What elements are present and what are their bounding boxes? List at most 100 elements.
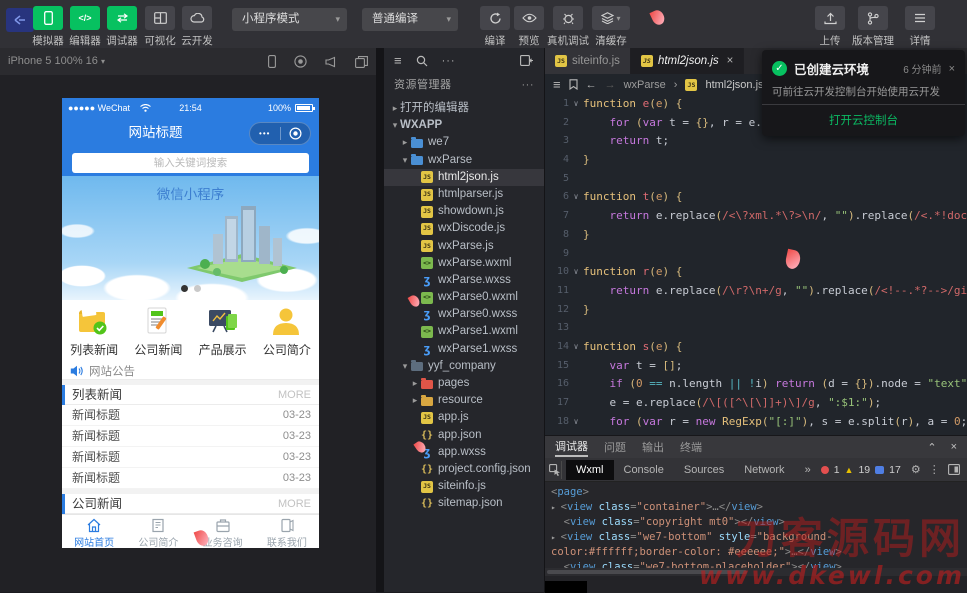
site-notice-row[interactable]: 网站公告 [62,362,319,380]
more-menu-icon[interactable]: ••• [250,129,280,138]
fold-chevron-icon[interactable]: ∨ [569,188,583,207]
mode-select[interactable]: 小程序模式▾ [232,8,347,31]
error-count[interactable]: 1 [834,464,840,476]
cloud-dev-button[interactable] [182,6,212,30]
editor-button[interactable]: </> [70,6,100,30]
toast-close-icon[interactable]: × [949,63,955,75]
device-debug-button[interactable] [553,6,583,30]
tree-item-wxparse-wxml[interactable]: <>wxParse.wxml [384,255,544,272]
tree-item-showdown-js[interactable]: JSshowdown.js [384,203,544,220]
devtools-tab-console[interactable]: Console [614,460,674,480]
element-picker-icon[interactable] [549,461,562,479]
tree-item-sitemap-json[interactable]: {}sitemap.json [384,495,544,512]
tree-item-resource[interactable]: ▸resource [384,392,544,409]
tree-item-wxparse-js[interactable]: JSwxParse.js [384,238,544,255]
info-count[interactable]: 17 [889,464,901,476]
preview-button[interactable] [514,6,544,30]
wxml-inspector[interactable]: <page>▸ <view class="container">…</view>… [545,482,967,568]
devtools-tab-wxml[interactable]: Wxml [566,460,614,480]
upload-button[interactable] [815,6,845,30]
tree-item-wxparse0-wxss[interactable]: ʒwxParse0.wxss [384,306,544,323]
devtools-tab-sources[interactable]: Sources [674,460,734,480]
breadcrumb-folder[interactable]: wxParse [624,79,666,91]
tree-item-wxparse1-wxss[interactable]: ʒwxParse1.wxss [384,341,544,358]
menu-icon[interactable]: ≡ [394,53,402,68]
grid-item-products[interactable]: 产品展示 [191,300,255,362]
wechat-devtools-logo-icon[interactable] [6,8,34,32]
tree-item-yyf-company[interactable]: ▾yyf_company [384,358,544,375]
tree-item-app-wxss[interactable]: ʒapp.wxss [384,444,544,461]
grid-item-company-profile[interactable]: 公司简介 [255,300,319,362]
breadcrumb-file[interactable]: html2json.js [705,79,763,91]
tree-item-siteinfo-js[interactable]: JSsiteinfo.js [384,478,544,495]
devtools-more-tabs[interactable]: » [795,460,821,480]
tab-siteinfo-js[interactable]: JS siteinfo.js [545,48,631,74]
toggle-panel-icon[interactable] [520,55,534,66]
tree-item-app-js[interactable]: JSapp.js [384,409,544,426]
exit-mini-program-icon[interactable] [281,127,311,140]
details-button[interactable] [905,6,935,30]
tab-company-profile[interactable]: 公司简介 [126,515,190,548]
settings-gear-icon[interactable]: ⚙ [911,463,921,476]
tab-problems[interactable]: 问题 [604,439,626,455]
close-tab-icon[interactable]: × [727,55,734,67]
tab-contact-us[interactable]: 联系我们 [255,515,319,548]
capsule-menu[interactable]: ••• [249,122,311,145]
news-row[interactable]: 新闻标题03-23 [62,468,319,489]
tree-item-wxapp[interactable]: ▾WXAPP [384,117,544,134]
news-row[interactable]: 新闻标题03-23 [62,405,319,426]
tree-item-htmlparser-js[interactable]: JShtmlparser.js [384,186,544,203]
tree-item-pages[interactable]: ▸pages [384,375,544,392]
grid-item-list-news[interactable]: 列表新闻 [62,300,126,362]
fold-chevron-icon[interactable]: ∨ [569,263,583,282]
float-window-icon[interactable] [355,56,368,68]
visualize-button[interactable] [145,6,175,30]
menu-icon[interactable]: ≡ [553,77,561,92]
news-row[interactable]: 新闻标题03-23 [62,447,319,468]
search-input[interactable] [72,153,309,173]
open-cloud-console-link[interactable]: 打开云控制台 [762,112,965,128]
debugger-button[interactable] [107,6,137,30]
tree-item-we7[interactable]: ▸we7 [384,134,544,151]
sound-icon[interactable] [325,56,337,68]
device-selector[interactable]: iPhone 5 100% 16 ▾ [8,55,105,67]
code-editor[interactable]: 1∨function e(e) {2 for (var t = {}, r = … [545,95,967,435]
tree-item-app-json[interactable]: {}app.json [384,427,544,444]
close-panel-icon[interactable]: × [951,441,957,454]
fold-chevron-icon[interactable]: ∨ [569,95,583,114]
fold-chevron-icon[interactable]: ∨ [569,338,583,357]
simulator-button[interactable] [33,6,63,30]
tab-output[interactable]: 输出 [642,439,664,455]
clear-cache-button[interactable]: ▾ [592,6,630,30]
tree-item-html2json-js[interactable]: JShtml2json.js [384,169,544,186]
bookmark-icon[interactable] [569,79,578,90]
banner-carousel[interactable]: 微信小程序 [62,176,319,300]
more-vertical-icon[interactable]: ⋮ [929,463,940,476]
tab-html2json-js[interactable]: JS html2json.js × [631,48,744,74]
compile-button[interactable] [480,6,510,30]
grid-item-company-news[interactable]: 公司新闻 [126,300,190,362]
tree-item-wxparse1-wxml[interactable]: <>wxParse1.wxml [384,323,544,340]
more-link[interactable]: MORE [278,494,311,514]
compile-mode-select[interactable]: 普通编译▾ [362,8,458,31]
rotate-device-icon[interactable] [268,55,276,68]
back-icon[interactable]: ← [586,79,597,91]
forward-icon[interactable]: → [605,79,616,91]
tab-terminal[interactable]: 终端 [680,439,702,455]
tree-item-wxparse-wxss[interactable]: ʒwxParse.wxss [384,272,544,289]
tab-debugger[interactable]: 调试器 [555,438,588,457]
more-icon[interactable]: ··· [442,55,456,67]
dock-icon[interactable] [948,464,960,475]
news-row[interactable]: 新闻标题03-23 [62,426,319,447]
tab-home[interactable]: 网站首页 [62,515,126,548]
tree-item-wxparse[interactable]: ▾wxParse [384,152,544,169]
record-icon[interactable] [294,55,307,68]
more-link[interactable]: MORE [278,385,311,405]
explorer-more-icon[interactable]: ··· [522,73,535,98]
search-icon[interactable] [416,55,428,67]
tree-item--[interactable]: ▸打开的编辑器 [384,100,544,117]
collapse-panel-icon[interactable]: ⌃ [927,441,936,454]
horizontal-scrollbar[interactable] [545,568,967,576]
fold-chevron-icon[interactable]: ∨ [569,413,583,432]
tree-item-wxdiscode-js[interactable]: JSwxDiscode.js [384,220,544,237]
